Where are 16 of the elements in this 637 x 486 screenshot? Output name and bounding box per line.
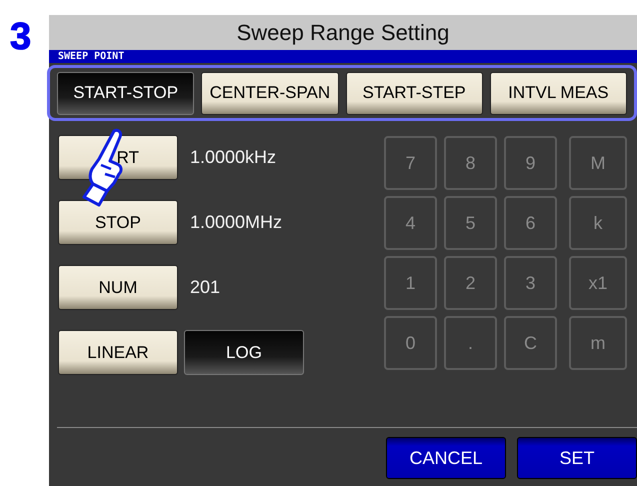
mode-tab[interactable]: CENTER-SPAN xyxy=(201,72,338,114)
mode-tab[interactable]: START-STOP xyxy=(57,72,194,114)
window-title: Sweep Range Setting xyxy=(49,15,637,50)
parameter-value: 1.0000kHz xyxy=(190,147,276,168)
cancel-button[interactable]: CANCEL xyxy=(386,437,506,479)
step-number: 3 xyxy=(10,18,32,56)
scale-button[interactable]: LINEAR xyxy=(58,330,178,375)
mode-tab[interactable]: START-STEP xyxy=(346,72,483,114)
parameter-value: 1.0000MHz xyxy=(190,212,282,233)
parameter-value: 201 xyxy=(190,277,220,298)
scale-button[interactable]: LOG xyxy=(184,330,304,375)
section-label: SWEEP POINT xyxy=(58,52,124,62)
set-button[interactable]: SET xyxy=(517,437,637,479)
parameter-button[interactable]: NUM xyxy=(58,265,178,310)
parameter-button[interactable]: STOP xyxy=(58,200,178,245)
mode-tab[interactable]: INTVL MEAS xyxy=(490,72,627,114)
